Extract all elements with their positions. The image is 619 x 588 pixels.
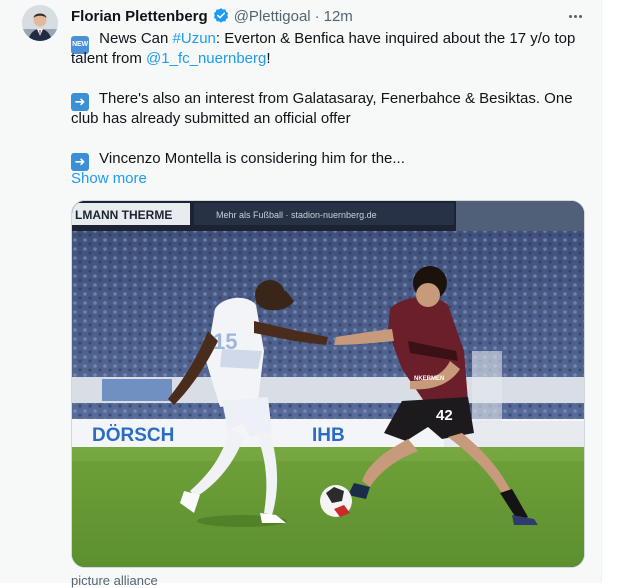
stadium-banner-text: LMANN THERME [75,208,172,222]
text-segment: Vincenzo Montella is considering him for… [95,150,405,167]
text-segment: News Can [95,30,173,47]
stadium-banner-text: Mehr als Fußball · stadion-nuernberg.de [216,210,377,220]
shirt-sponsor: NKERMEN [414,376,444,382]
timeline-divider [601,0,619,583]
advertising-board-text: DÖRSCH [92,425,174,446]
author-name[interactable]: Florian Plettenberg [71,8,208,25]
tweet-text-line-4: club has already submitted an official o… [71,110,351,127]
image-caption: picture alliance [71,573,158,588]
player-number: 42 [436,407,453,424]
separator-dot: · [314,7,320,25]
text-segment: There's also an interest from Galatasara… [95,90,573,107]
tweet-text-line-3: ➜ There's also an interest from Galatasa… [71,89,591,111]
mention-link[interactable]: @1_fc_nuernberg [146,50,266,67]
tweet-card[interactable]: Florian Plettenberg @Plettigoal · 12m NE… [0,0,619,588]
tweet-header: Florian Plettenberg @Plettigoal · 12m [71,6,353,26]
player-number: 15 [213,329,237,354]
tweet-media-photo[interactable]: LMANN THERME Mehr als Fußball · stadion-… [71,200,585,568]
author-handle[interactable]: @Plettigoal [234,8,311,25]
text-segment: talent from [71,50,147,67]
tweet-text-line-2: talent from @1_fc_nuernberg! [71,49,591,69]
avatar[interactable] [22,5,58,41]
hashtag-link[interactable]: #Uzun [173,30,216,47]
advertising-board-text: IHB [312,425,345,446]
timestamp[interactable]: 12m [324,8,353,25]
text-segment: ! [266,50,271,67]
more-icon[interactable] [564,6,586,26]
tweet-text-line-5: ➜ Vincenzo Montella is considering him f… [71,149,591,171]
verified-badge-icon [212,7,230,25]
text-segment: : Everton & Benfica have inquired about … [215,30,576,47]
show-more-link[interactable]: Show more [71,169,147,189]
